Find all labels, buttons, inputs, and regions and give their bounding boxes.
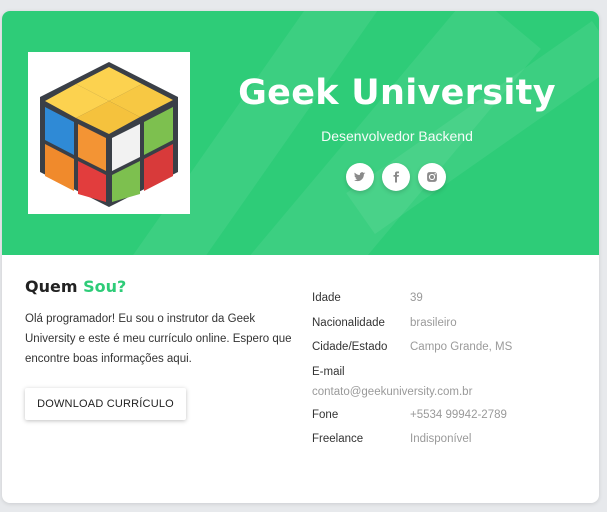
info-value: 39 — [410, 292, 423, 304]
hero-banner: Geek University Desenvolvedor Backend — [2, 11, 599, 255]
info-label: Freelance — [312, 433, 364, 445]
avatar — [28, 52, 190, 214]
profile-card: Geek University Desenvolvedor Backend Qu… — [2, 11, 599, 503]
about-heading-prefix: Quem — [25, 277, 78, 296]
twitter-icon — [354, 172, 366, 182]
download-cv-button[interactable]: DOWNLOAD CURRÍCULO — [25, 388, 186, 420]
info-label: E-mail — [312, 366, 345, 378]
social-links — [346, 163, 446, 191]
facebook-button[interactable] — [382, 163, 410, 191]
about-heading-accent: Sou? — [83, 277, 127, 296]
info-value: contato@geekuniversity.com.br — [312, 386, 473, 398]
info-value: +5534 99942-2789 — [410, 409, 507, 421]
info-value: Indisponível — [410, 433, 472, 445]
instagram-icon — [427, 172, 437, 182]
facebook-icon — [393, 171, 399, 183]
about-description: Olá programador! Eu sou o instrutor da G… — [25, 313, 292, 365]
twitter-button[interactable] — [346, 163, 374, 191]
info-row-email: E-mail contato@geekuniversity.com.br — [312, 366, 592, 406]
info-row-age: Idade 39 — [312, 292, 592, 310]
page-title: Geek University — [238, 73, 556, 113]
instagram-button[interactable] — [418, 163, 446, 191]
info-label: Cidade/Estado — [312, 341, 388, 353]
info-label: Fone — [312, 409, 339, 421]
about-heading: Quem Sou? — [25, 277, 126, 296]
info-row-city: Cidade/Estado Campo Grande, MS — [312, 341, 592, 359]
info-row-freelance: Freelance Indisponível — [312, 433, 592, 451]
info-row-phone: Fone +5534 99942-2789 — [312, 409, 592, 427]
info-row-nationality: Nacionalidade brasileiro — [312, 317, 592, 335]
info-value: brasileiro — [410, 317, 457, 329]
info-label: Nacionalidade — [312, 317, 385, 329]
info-label: Idade — [312, 292, 341, 304]
rubiks-cube-icon — [40, 62, 178, 207]
info-value: Campo Grande, MS — [410, 341, 513, 353]
subtitle: Desenvolvedor Backend — [321, 128, 473, 144]
